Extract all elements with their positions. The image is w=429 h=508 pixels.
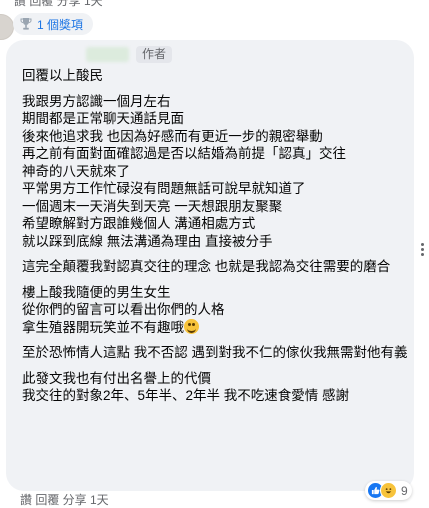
comment-line: 神奇的八天就來了 bbox=[22, 163, 130, 179]
comment-line: 我交往的對象2年、5年半、2年半 我不吃速食愛情 感謝 bbox=[22, 388, 350, 403]
comment-line: 此發文我也有付出名譽上的代價 bbox=[22, 370, 211, 386]
comment-paragraph: 回覆以上酸民 bbox=[22, 67, 408, 85]
award-label: 1 個獎項 bbox=[37, 17, 84, 32]
smile-emoji-icon bbox=[184, 318, 199, 334]
comment-paragraph: 我跟男方認識一個月左右 期間都是正常聊天通話見面後來他追求我 也因為好感而有更近一… bbox=[22, 93, 408, 251]
comment-line: 再之前有面對面確認過是否以結婚為前提「認真」交往 bbox=[22, 146, 346, 161]
comment-line: 從你們的留言可以看出你們的人格 bbox=[22, 302, 225, 317]
comment-line: 回覆以上酸民 bbox=[22, 68, 103, 83]
haha-icon bbox=[380, 482, 397, 499]
avatar[interactable] bbox=[0, 14, 14, 40]
trophy-icon bbox=[20, 18, 32, 30]
comment-line: 拿生殖器開玩笑並不有趣哦 bbox=[22, 318, 408, 337]
comment-paragraph: 樓上酸我隨便的男生女生從你們的留言可以看出你們的人格 拿生殖器開玩笑並不有趣哦 bbox=[22, 284, 408, 337]
comment-paragraph: 此發文我也有付出名譽上的代價我交往的對象2年、5年半、2年半 我不吃速食愛情 感… bbox=[22, 370, 408, 405]
comment-paragraph: 至於恐怖情人這點 我不否認 遇到對我不仁的傢伙我無需對他有義 bbox=[22, 344, 408, 362]
comment-line: 我跟男方認識一個月左右 bbox=[22, 93, 171, 109]
comment-author-row: 作者 bbox=[86, 46, 173, 63]
comment-line: 期間都是正常聊天通話見面 bbox=[22, 111, 184, 126]
previous-comment-actions[interactable]: 讚 回覆 分享 1天 bbox=[14, 0, 103, 9]
comment-line: 一個週末一天消失到天亮 一天想跟朋友聚聚 bbox=[22, 198, 283, 214]
comment-line: 後來他追求我 也因為好感而有更近一步的親密舉動 bbox=[22, 128, 323, 144]
reaction-count: 9 bbox=[401, 483, 408, 498]
award-pill[interactable]: 1 個獎項 bbox=[13, 13, 94, 35]
comment-line: 就以踩到底線 無法溝通為理由 直接被分手 bbox=[22, 233, 273, 249]
comment-text: 回覆以上酸民我跟男方認識一個月左右 期間都是正常聊天通話見面後來他追求我 也因為好… bbox=[22, 67, 408, 413]
comment-line: 樓上酸我隨便的男生女生 bbox=[22, 284, 171, 300]
comment-line: 平常男方工作忙碌沒有問題無話可說早就知道了 bbox=[22, 181, 306, 196]
comment-line: 希望瞭解對方跟誰幾個人 溝通相處方式 bbox=[22, 216, 256, 231]
author-name[interactable] bbox=[86, 47, 129, 62]
comment-paragraph: 這完全顛覆我對認真交往的理念 也就是我認為交往需要的磨合 bbox=[22, 258, 408, 276]
comment-line: 至於恐怖情人這點 我不否認 遇到對我不仁的傢伙我無需對他有義 bbox=[22, 345, 408, 360]
comment-actions[interactable]: 讚 回覆 分享 1天 bbox=[20, 491, 109, 508]
reaction-summary[interactable]: 9 bbox=[365, 481, 412, 500]
more-options-icon[interactable] bbox=[421, 243, 424, 256]
comment-line: 這完全顛覆我對認真交往的理念 也就是我認為交往需要的磨合 bbox=[22, 259, 391, 274]
author-badge: 作者 bbox=[136, 46, 173, 63]
